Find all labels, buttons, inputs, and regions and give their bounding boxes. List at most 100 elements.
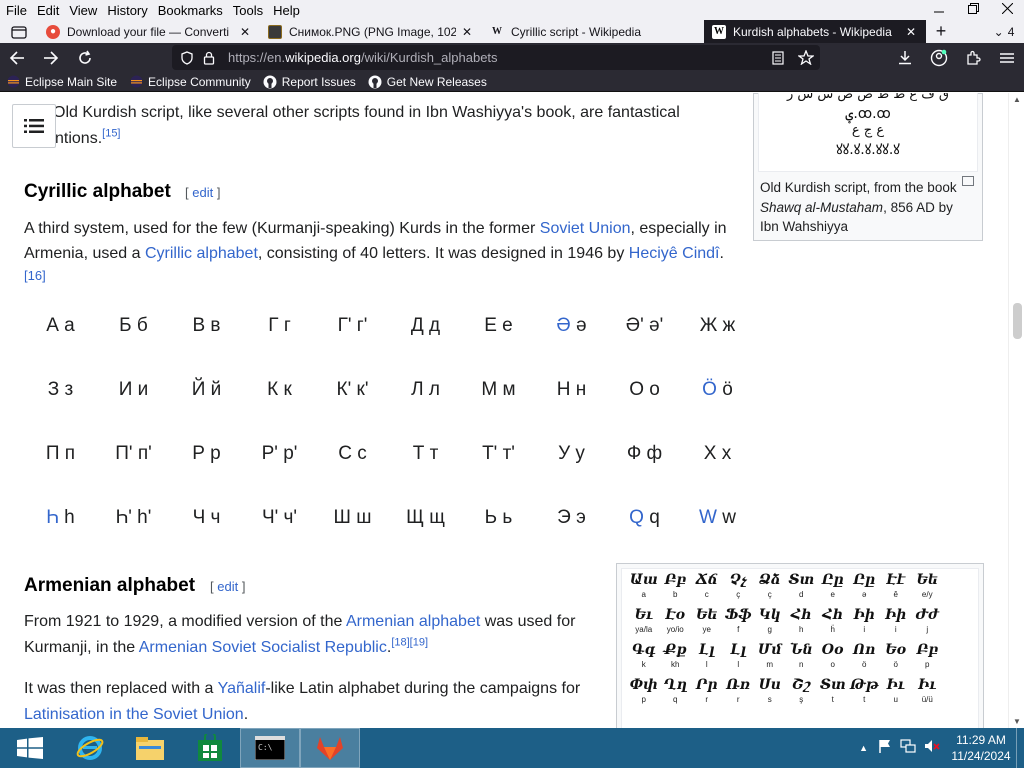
armenian-letter: Լլ: [698, 642, 715, 658]
tab-strip: ● Download your file — Converti ✕ Снимок…: [0, 20, 1024, 43]
transliteration-label: d: [799, 590, 804, 599]
letter-link[interactable]: W: [699, 507, 717, 528]
bookmark-report-issues[interactable]: Report Issues: [263, 75, 356, 89]
latinisation-link[interactable]: Latinisation in the Soviet Union: [24, 706, 244, 723]
letter-link[interactable]: Q: [629, 507, 644, 528]
menu-edit[interactable]: Edit: [32, 3, 64, 18]
lock-icon[interactable]: [198, 51, 220, 65]
show-desktop-button[interactable]: [1016, 728, 1024, 768]
letter-cell: Д д: [410, 315, 441, 336]
transliteration-label: ç: [767, 590, 772, 599]
restore-button[interactable]: [956, 0, 990, 20]
start-button[interactable]: [0, 728, 60, 768]
bookmark-eclipse-main-site[interactable]: Eclipse Main Site: [6, 75, 117, 89]
top-paragraph: Old Kurdish script, like several other s…: [53, 104, 680, 121]
transliteration-label: m: [766, 660, 774, 669]
menu-tools[interactable]: Tools: [228, 3, 268, 18]
menu-file[interactable]: File: [0, 3, 32, 18]
latinisation-paragraph-line2: Latinisation in the Soviet Union.: [24, 706, 249, 723]
letter-cell: П п: [45, 443, 76, 464]
transliteration-label: p: [925, 660, 930, 669]
bookmark-eclipse-community[interactable]: Eclipse Community: [129, 75, 251, 89]
menu-bookmarks[interactable]: Bookmarks: [153, 3, 228, 18]
forward-button[interactable]: [34, 43, 68, 72]
letter-link[interactable]: Һ: [46, 507, 59, 528]
tab-close-icon[interactable]: ✕: [904, 25, 918, 39]
letter-cell: Р р: [192, 443, 221, 464]
github-icon: [263, 75, 277, 89]
volume-muted-icon[interactable]: [924, 739, 940, 758]
transliteration-label: n: [799, 660, 804, 669]
table-of-contents-button[interactable]: [12, 104, 56, 148]
tab-convertio[interactable]: ● Download your file — Converti ✕: [38, 20, 260, 43]
armenian-letter: Մմ: [757, 642, 782, 658]
vertical-scrollbar[interactable]: ▲ ▼: [1008, 93, 1024, 728]
citation-link[interactable]: [19]: [410, 637, 428, 649]
scrollbar-thumb[interactable]: [1013, 303, 1022, 339]
armenian-letter: Ռռ: [726, 677, 751, 693]
action-center-flag-icon[interactable]: [878, 739, 892, 758]
transliteration-label: ê: [893, 590, 898, 599]
tab-overflow-button[interactable]: ⌄ 4: [984, 20, 1024, 43]
armenian-letter: Հհ: [790, 607, 812, 623]
armenian-ssr-link[interactable]: Armenian Soviet Socialist Republic: [139, 639, 387, 656]
reload-button[interactable]: [68, 43, 102, 72]
bookmark-get-new-releases[interactable]: Get New Releases: [368, 75, 487, 89]
yanalif-link[interactable]: Yañalif: [218, 680, 266, 697]
letter-link[interactable]: Ә: [556, 315, 570, 336]
transliteration-label: u: [893, 695, 898, 704]
taskbar-store[interactable]: [180, 728, 240, 768]
clock[interactable]: 11:29 AM 11/24/2024: [946, 732, 1016, 764]
extensions-button[interactable]: [956, 43, 990, 72]
url-bar[interactable]: https://en.wikipedia.org/wiki/Kurdish_al…: [172, 45, 820, 70]
letter-cell: У у: [558, 443, 585, 464]
shield-icon[interactable]: [176, 50, 198, 65]
bookmark-star-icon[interactable]: [792, 50, 820, 65]
armenian-letter: Ըը: [821, 572, 844, 588]
citation-link[interactable]: [16]: [24, 268, 46, 283]
letter-link[interactable]: Ö: [702, 379, 717, 400]
letter-cell: Ш ш: [333, 507, 372, 528]
transliteration-label: t: [831, 695, 834, 704]
soviet-union-link[interactable]: Soviet Union: [540, 220, 631, 237]
downloads-button[interactable]: [888, 43, 922, 72]
old-kurdish-script-image[interactable]: ق ف ع ظ ط ض ص ش س ر ؠ.ꝏ.ꝏ ع ڃ ع ꙋꙋ.ꙋ.ꙋ.ꙋ…: [758, 93, 978, 172]
citation-link[interactable]: [18]: [391, 637, 409, 649]
citation-16: [16]: [24, 263, 46, 288]
back-button[interactable]: [0, 43, 34, 72]
tab-png-image[interactable]: Снимок.PNG (PNG Image, 102€ ✕: [260, 20, 482, 43]
scroll-down-arrow-icon[interactable]: ▼: [1009, 717, 1024, 726]
show-hidden-icons-icon[interactable]: ▲: [859, 743, 868, 753]
menu-view[interactable]: View: [64, 3, 102, 18]
tab-cyrillic-script[interactable]: W Cyrillic script - Wikipedia: [482, 20, 704, 43]
armenian-letter: Չչ: [729, 572, 747, 588]
scroll-up-arrow-icon[interactable]: ▲: [1009, 95, 1024, 104]
taskbar-internet-explorer[interactable]: [60, 728, 120, 768]
tab-close-icon[interactable]: ✕: [238, 25, 252, 39]
heciye-cindi-link[interactable]: Heciyê Cindî: [629, 245, 720, 262]
taskbar-file-explorer[interactable]: [120, 728, 180, 768]
armenian-alphabet-link[interactable]: Armenian alphabet: [346, 613, 480, 630]
citation-link[interactable]: [15]: [102, 128, 120, 140]
account-button[interactable]: [922, 43, 956, 72]
network-icon[interactable]: [900, 738, 916, 758]
tab-kurdish-alphabets[interactable]: W Kurdish alphabets - Wikipedia ✕: [704, 20, 926, 43]
new-tab-button[interactable]: +: [926, 20, 956, 43]
tab-list-button[interactable]: [0, 20, 38, 43]
app-menu-button[interactable]: [990, 43, 1024, 72]
edit-link[interactable]: edit: [217, 579, 238, 594]
transliteration-label: yo/io: [666, 625, 684, 634]
close-window-button[interactable]: [990, 0, 1024, 20]
menu-help[interactable]: Help: [268, 3, 305, 18]
eclipse-icon: [129, 75, 143, 89]
armenian-alphabet-image[interactable]: Աա Բբ Ճճ Չչ Ձձ Տտ Ըը Ըը Էէ Եե a b c ç ç d e ə ê e/y Եւ Էо Եե Ֆֆ…: [621, 568, 979, 728]
taskbar-firefox-app[interactable]: [300, 728, 360, 768]
armenian-letter: Սս: [758, 677, 781, 693]
cyrillic-alphabet-link[interactable]: Cyrillic alphabet: [145, 245, 258, 262]
edit-link[interactable]: edit: [192, 185, 213, 200]
taskbar-command-prompt[interactable]: C:\: [240, 728, 300, 768]
tab-close-icon[interactable]: ✕: [460, 25, 474, 39]
reader-view-icon[interactable]: [764, 50, 792, 65]
minimize-button[interactable]: [922, 0, 956, 20]
menu-history[interactable]: History: [102, 3, 152, 18]
